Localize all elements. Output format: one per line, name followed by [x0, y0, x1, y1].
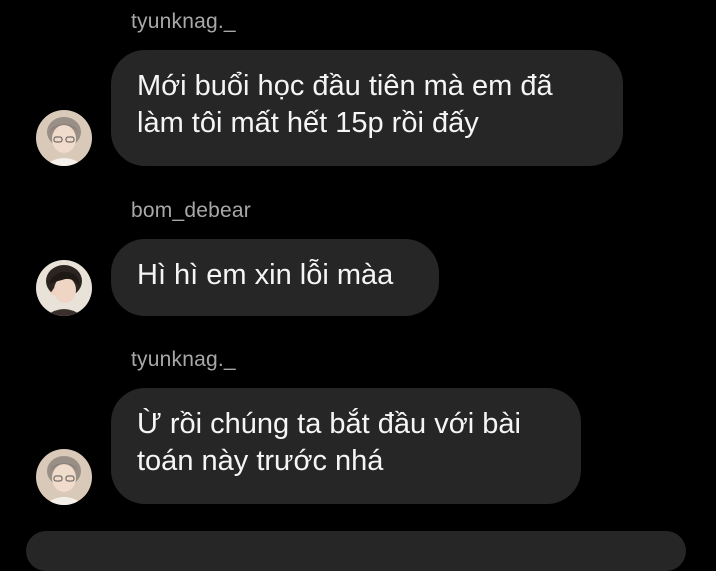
message-bubble[interactable]: Hì hì em xin lỗi màa	[111, 239, 439, 316]
message-bubble-partial[interactable]	[26, 531, 686, 571]
message-line: Ừ rồi chúng ta bắt đầu với bài	[137, 408, 521, 440]
message-bubble[interactable]: Mới buổi học đầu tiên mà em đã làm tôi m…	[111, 50, 623, 166]
sender-name[interactable]: tyunknag._	[131, 10, 236, 34]
message-line: Hì hì em xin lỗi màa	[137, 259, 394, 291]
sender-name[interactable]: bom_debear	[131, 199, 251, 223]
user-avatar-icon[interactable]	[36, 110, 92, 166]
user-avatar-icon[interactable]	[36, 260, 92, 316]
sender-name[interactable]: tyunknag._	[131, 348, 236, 372]
user-avatar-icon[interactable]	[36, 449, 92, 505]
message-line: Mới buổi học đầu tiên mà em đã	[137, 70, 553, 102]
message-bubble[interactable]: Ừ rồi chúng ta bắt đầu với bài toán này …	[111, 388, 581, 504]
message-line: làm tôi mất hết 15p rồi đấy	[137, 107, 479, 139]
message-line: toán này trước nhá	[137, 445, 384, 477]
